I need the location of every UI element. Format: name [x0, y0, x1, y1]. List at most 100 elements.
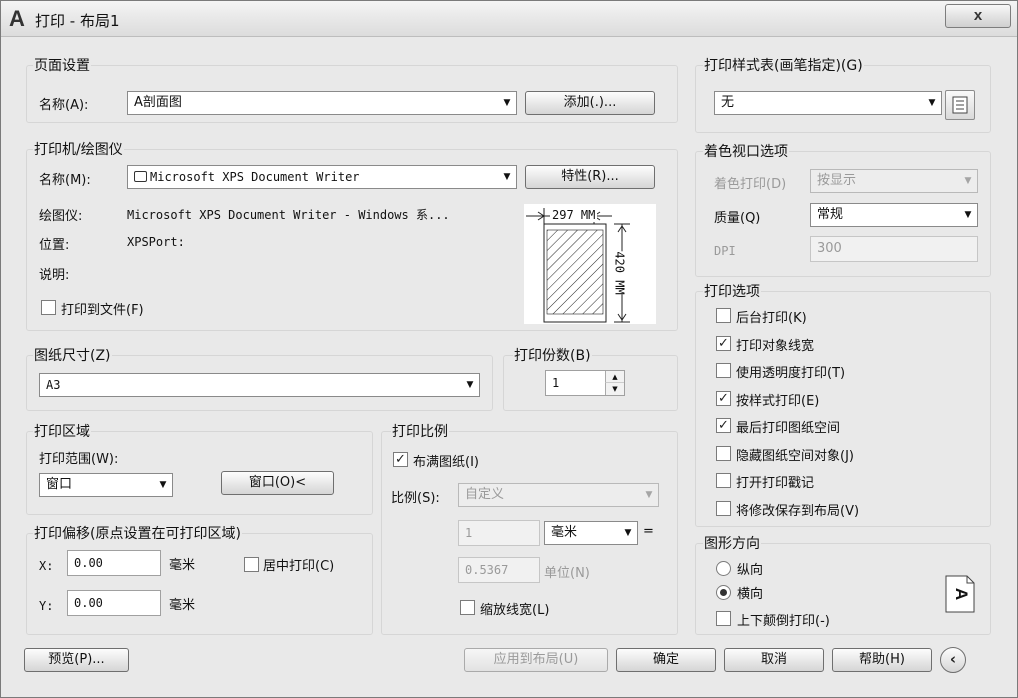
plot-area-title: 打印区域 [33, 421, 91, 441]
paper-size-dropdown[interactable]: A3 ▼ [39, 373, 480, 397]
scale-unit2-label: 单位(N) [544, 566, 590, 581]
scale-equals-sign: = [643, 524, 654, 539]
plot-option-label: 按样式打印(E) [736, 393, 820, 409]
scale-value: 自定义 [465, 487, 505, 502]
collapse-options-button[interactable]: ‹ [940, 647, 966, 673]
plot-option-label: 打开打印戳记 [736, 476, 815, 491]
chevron-down-icon: ▼ [466, 380, 474, 390]
cancel-button[interactable]: 取消 [724, 648, 824, 672]
scale-value1-input[interactable]: 1 [458, 520, 540, 546]
plot-range-label: 打印范围(W): [39, 452, 119, 467]
plot-option-checkbox[interactable] [716, 363, 731, 378]
copies-decrease-button[interactable]: ▼ [605, 383, 624, 395]
plot-option-checkbox[interactable] [716, 473, 731, 488]
printer-title: 打印机/绘图仪 [33, 139, 124, 159]
scale-value2: 0.5367 [465, 563, 509, 577]
plot-dialog: A 打印 - 布局1 x 页面设置 名称(A): A剖面图 ▼ 添加(.)...… [0, 0, 1018, 698]
portrait-radio[interactable] [716, 561, 731, 576]
center-plot-label: 居中打印(C) [263, 559, 335, 574]
offset-y-unit: 毫米 [169, 598, 196, 613]
plot-option-label: 使用透明度打印(T) [736, 366, 846, 381]
plot-option-checkbox[interactable] [716, 500, 731, 516]
preview-button[interactable]: 预览(P)... [24, 648, 129, 672]
offset-y-label: Y: [39, 599, 54, 613]
paper-size-value: A3 [46, 378, 61, 392]
scale-value2-input[interactable]: 0.5367 [458, 557, 540, 583]
chevron-down-icon: ▼ [503, 172, 511, 182]
chevron-down-icon: ▼ [964, 210, 972, 220]
plot-style-value: 无 [721, 95, 735, 110]
quality-value: 常规 [817, 207, 844, 222]
offset-y-input[interactable]: 0.00 [67, 590, 161, 616]
orientation-icon-letter: A [952, 587, 971, 601]
print-to-file-checkbox[interactable] [41, 300, 56, 315]
plot-option-checkbox[interactable] [716, 308, 731, 323]
offset-y-value: 0.00 [74, 596, 103, 610]
plot-option-label: 后台打印(K) [736, 311, 807, 326]
shade-plot-dropdown[interactable]: 按显示 ▼ [810, 169, 978, 193]
plot-option-checkbox[interactable]: ✓ [716, 335, 731, 351]
copies-value: 1 [552, 376, 560, 390]
close-button[interactable]: x [945, 4, 1011, 28]
chevron-down-icon: ▼ [159, 480, 167, 490]
plot-offset-group [26, 533, 373, 635]
plot-options-title: 打印选项 [703, 281, 761, 301]
window-title: 打印 - 布局1 [35, 12, 120, 30]
page-setup-name-dropdown[interactable]: A剖面图 ▼ [127, 91, 517, 115]
chevron-down-icon: ▼ [964, 176, 972, 186]
chevron-down-icon: ▼ [928, 98, 936, 108]
offset-x-input[interactable]: 0.00 [67, 550, 161, 576]
dpi-label: DPI [714, 244, 736, 258]
plot-offset-title: 打印偏移(原点设置在可打印区域) [33, 523, 242, 543]
landscape-label: 横向 [737, 587, 764, 602]
portrait-label: 纵向 [737, 563, 764, 578]
printer-name-label: 名称(M): [39, 173, 91, 188]
chevron-down-icon: ▼ [503, 98, 511, 108]
print-to-file-label: 打印到文件(F) [61, 303, 144, 318]
plot-range-dropdown[interactable]: 窗口 ▼ [39, 473, 173, 497]
plot-option-checkbox[interactable]: ✓ [716, 418, 731, 433]
fit-to-paper-checkbox[interactable]: ✓ [393, 452, 408, 467]
scale-unit-value: 毫米 [551, 525, 578, 540]
offset-x-value: 0.00 [74, 556, 103, 570]
copies-increase-button[interactable]: ▲ [605, 371, 624, 383]
offset-x-unit: 毫米 [169, 558, 196, 573]
printer-icon [134, 171, 147, 182]
dpi-input[interactable]: 300 [810, 236, 978, 262]
location-label: 位置: [39, 238, 70, 253]
landscape-radio[interactable] [716, 585, 731, 600]
page-setup-name-value: A剖面图 [134, 95, 182, 110]
chevron-down-icon: ▼ [645, 490, 653, 500]
title-bar[interactable]: A 打印 - 布局1 x [1, 1, 1017, 37]
apply-to-layout-button[interactable]: 应用到布局(U) [464, 648, 608, 672]
plot-style-dropdown[interactable]: 无 ▼ [714, 91, 942, 115]
plot-option-checkbox[interactable] [716, 445, 731, 461]
location-value: XPSPort: [127, 235, 185, 249]
help-button[interactable]: 帮助(H) [832, 648, 932, 672]
printer-name-value: Microsoft XPS Document Writer [150, 170, 360, 184]
scale-dropdown[interactable]: 自定义 ▼ [458, 483, 659, 507]
ok-button[interactable]: 确定 [616, 648, 716, 672]
printer-properties-button[interactable]: 特性(R)... [525, 165, 655, 189]
plot-option-label: 打印对象线宽 [736, 338, 815, 354]
scale-lineweights-label: 缩放线宽(L) [480, 603, 550, 618]
plot-range-value: 窗口 [46, 477, 73, 492]
select-window-button[interactable]: 窗口(O)< [221, 471, 334, 495]
plot-option-checkbox[interactable]: ✓ [716, 390, 731, 406]
quality-dropdown[interactable]: 常规 ▼ [810, 203, 978, 227]
plot-option-label: 将修改保存到布局(V) [736, 503, 860, 519]
edit-plot-style-button[interactable] [945, 90, 975, 120]
scale-unit-dropdown[interactable]: 毫米 ▼ [544, 521, 638, 545]
center-plot-checkbox[interactable] [244, 557, 259, 572]
upside-down-checkbox[interactable] [716, 611, 731, 626]
printer-name-dropdown[interactable]: Microsoft XPS Document Writer ▼ [127, 165, 517, 189]
plot-style-title: 打印样式表(画笔指定)(G) [703, 55, 864, 75]
plotter-label: 绘图仪: [39, 209, 83, 224]
orientation-title: 图形方向 [703, 533, 761, 553]
paper-size-title: 图纸尺寸(Z) [33, 345, 112, 365]
add-page-setup-button[interactable]: 添加(.)... [525, 91, 655, 115]
preview-width-label: 297 MM [550, 208, 598, 222]
quality-label: 质量(Q) [714, 211, 761, 226]
scale-lineweights-checkbox[interactable] [460, 600, 475, 615]
fit-to-paper-label: 布满图纸(I) [413, 455, 479, 470]
